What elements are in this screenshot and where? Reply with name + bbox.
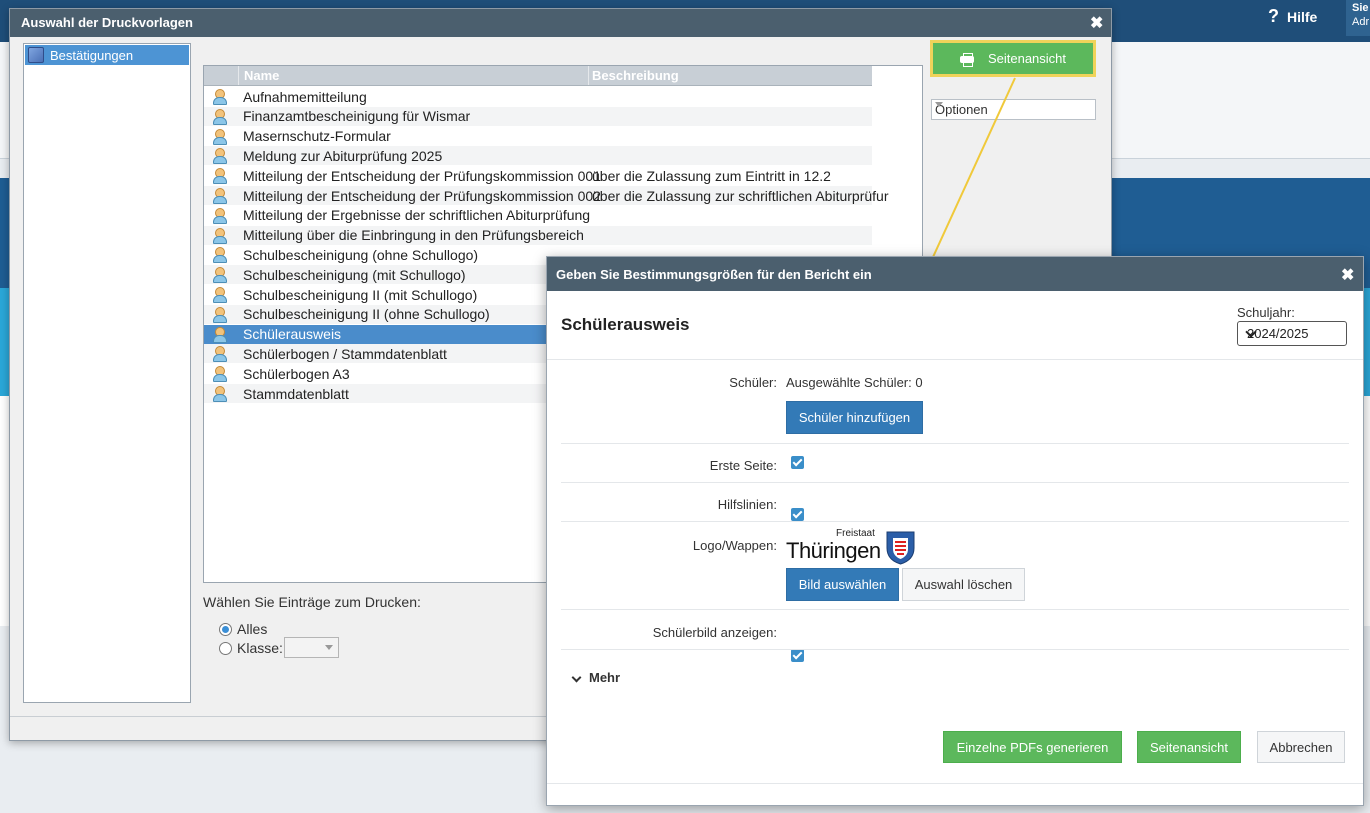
students-count: Ausgewählte Schüler: 0	[786, 375, 923, 390]
guidelines-checkbox[interactable]	[791, 508, 804, 521]
user-menu[interactable]: Sie Adr	[1346, 0, 1370, 36]
list-item-name: Schulbescheinigung (ohne Schullogo)	[243, 246, 479, 263]
first-page-checkbox[interactable]	[791, 456, 804, 469]
students-label: Schüler:	[729, 375, 777, 390]
list-item[interactable]: Mitteilung der Entscheidung der Prüfungs…	[204, 186, 888, 205]
divider	[561, 609, 1349, 610]
close-icon[interactable]: ✖	[1341, 265, 1354, 285]
person-icon	[212, 128, 227, 145]
choose-image-button[interactable]: Bild auswählen	[786, 568, 899, 601]
close-icon[interactable]: ✖	[1090, 13, 1103, 33]
list-item-description: über die Zulassung zur schriftlichen Abi…	[592, 187, 889, 204]
list-item[interactable]: Mitteilung der Entscheidung der Prüfungs…	[204, 166, 872, 185]
category-tree: Bestätigungen	[23, 43, 191, 703]
show-photo-label: Schülerbild anzeigen:	[652, 625, 777, 640]
list-item-name: Schulbescheinigung II (ohne Schullogo)	[243, 306, 490, 323]
list-item-name: Finanzamtbescheinigung für Wismar	[243, 108, 471, 125]
dialog-title-bar: Geben Sie Bestimmungsgrößen für den Beri…	[547, 257, 1363, 291]
person-icon	[212, 108, 227, 125]
help-icon: ?	[1268, 6, 1279, 26]
footer-divider	[547, 783, 1363, 784]
coat-of-arms-icon	[886, 531, 915, 565]
window-title-bar: Auswahl der Druckvorlagen ✖	[10, 9, 1111, 37]
divider	[547, 359, 1363, 360]
person-icon	[212, 287, 227, 303]
help-link[interactable]: ? Hilfe	[1268, 6, 1317, 27]
list-item-description: über die Zulassung zum Eintritt in 12.2	[592, 167, 831, 184]
divider	[561, 443, 1349, 444]
first-page-label: Erste Seite:	[709, 458, 777, 473]
report-parameters-dialog: Geben Sie Bestimmungsgrößen für den Beri…	[546, 256, 1364, 806]
list-item-name: Aufnahmemitteilung	[243, 88, 367, 105]
annotation-arrow	[924, 77, 1016, 276]
cancel-button[interactable]: Abbrechen	[1257, 731, 1345, 763]
person-icon	[212, 346, 227, 363]
divider	[561, 521, 1349, 522]
person-icon	[212, 366, 227, 383]
dialog-title: Geben Sie Bestimmungsgrößen für den Beri…	[556, 267, 872, 282]
printer-icon	[959, 52, 974, 67]
person-icon	[212, 326, 227, 343]
chevron-down-icon	[325, 645, 333, 650]
list-item-name: Schulbescheinigung (mit Schullogo)	[243, 266, 466, 283]
list-item[interactable]: Masernschutz-Formular	[204, 127, 872, 146]
divider	[561, 649, 1349, 650]
column-header-description[interactable]: Beschreibung	[592, 68, 679, 83]
person-icon	[212, 168, 227, 185]
radio-class-option[interactable]: Klasse:	[219, 640, 283, 656]
radio-class[interactable]	[219, 641, 232, 655]
list-item-name: Masernschutz-Formular	[243, 128, 391, 145]
list-item[interactable]: Meldung zur Abiturprüfung 2025	[204, 146, 872, 166]
list-item-name: Meldung zur Abiturprüfung 2025	[243, 147, 443, 164]
list-header: Name Beschreibung	[204, 66, 872, 86]
list-item-name: Mitteilung über die Einbringung in den P…	[243, 227, 584, 244]
list-item-name: Schülerbogen / Stammdatenblatt	[243, 345, 447, 362]
list-item-name: Schülerbogen A3	[243, 365, 350, 382]
list-item[interactable]: Mitteilung der Ergebnisse der schriftlic…	[204, 206, 872, 225]
folder-icon	[28, 47, 44, 63]
list-item-name: Stammdatenblatt	[243, 385, 349, 402]
report-heading: Schülerausweis	[561, 315, 690, 334]
window-title: Auswahl der Druckvorlagen	[21, 15, 193, 30]
list-item[interactable]: Aufnahmemitteilung	[204, 87, 872, 106]
divider	[561, 482, 1349, 483]
show-photo-checkbox[interactable]	[791, 649, 804, 662]
person-icon	[212, 188, 227, 204]
chevron-down-icon	[571, 672, 582, 683]
class-select[interactable]	[284, 637, 339, 658]
add-students-button[interactable]: Schüler hinzufügen	[786, 401, 923, 434]
column-divider	[588, 66, 589, 85]
print-scope-label: Wählen Sie Einträge zum Drucken:	[203, 594, 421, 610]
logo-preview: Freistaat Thüringen	[786, 528, 921, 566]
person-icon	[212, 247, 227, 264]
tree-item-bestaetigungen[interactable]: Bestätigungen	[25, 45, 189, 65]
preview-button[interactable]: Seitenansicht	[1137, 731, 1241, 763]
list-item[interactable]: Mitteilung über die Einbringung in den P…	[204, 225, 872, 245]
person-icon	[212, 306, 227, 323]
list-item[interactable]: Finanzamtbescheinigung für Wismar	[204, 106, 872, 126]
school-year-select[interactable]: 2024/2025	[1237, 321, 1347, 346]
person-icon	[212, 267, 227, 284]
list-item-name: Mitteilung der Ergebnisse der schriftlic…	[243, 207, 591, 224]
person-icon	[212, 207, 227, 224]
person-icon	[212, 148, 227, 165]
list-item-name: Mitteilung der Entscheidung der Prüfungs…	[243, 167, 601, 184]
column-header-name[interactable]: Name	[244, 68, 279, 83]
guidelines-label: Hilfslinien:	[717, 497, 777, 512]
column-divider	[238, 66, 239, 85]
radio-all-option[interactable]: Alles	[219, 621, 267, 637]
person-icon	[212, 386, 227, 402]
list-item-name: Schülerausweis	[243, 326, 342, 343]
more-toggle[interactable]: Mehr	[571, 670, 620, 685]
clear-selection-button[interactable]: Auswahl löschen	[902, 568, 1025, 601]
list-item-name: Schulbescheinigung II (mit Schullogo)	[243, 286, 478, 303]
generate-pdfs-button[interactable]: Einzelne PDFs generieren	[943, 731, 1122, 763]
list-item-name: Mitteilung der Entscheidung der Prüfungs…	[243, 187, 601, 204]
radio-all[interactable]	[219, 622, 232, 636]
school-year-label: Schuljahr:	[1237, 305, 1295, 320]
person-icon	[212, 89, 227, 105]
logo-label: Logo/Wappen:	[692, 538, 777, 553]
person-icon	[212, 227, 227, 244]
